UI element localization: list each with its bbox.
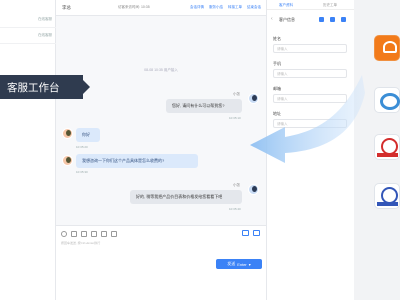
customer-name: 李总 <box>62 5 71 10</box>
customer-avatar <box>62 128 73 139</box>
agent-message: 您好, 请问有什么可以帮到您? <box>166 99 242 113</box>
message-time: 10:35:10 <box>229 116 241 120</box>
image-icon[interactable] <box>71 231 77 237</box>
user-icon[interactable] <box>341 17 346 22</box>
composer-toolbar <box>61 231 117 237</box>
field-label-email: 邮箱 <box>273 86 281 91</box>
session-row[interactable]: 在线客服 <box>0 14 56 28</box>
session-list: 在线客服 在线客服 <box>0 0 56 300</box>
message-time: 10:35:20 <box>76 145 88 149</box>
address-field[interactable]: 请输入 <box>273 119 347 128</box>
quick-reply-icon[interactable] <box>101 231 107 237</box>
send-button[interactable]: 发送 Enter ▾ <box>216 259 262 269</box>
customer-message: 我想咨询一下你们这个产品具体是怎么收费的? <box>76 154 198 168</box>
tab-customer-info[interactable]: 客户资料 <box>279 3 293 8</box>
blue-red-app-icon[interactable] <box>374 183 400 209</box>
link-summary[interactable]: 服务小结 <box>209 5 223 10</box>
panel-header: ‹ 客户信息 <box>267 14 355 24</box>
tab-history-tickets[interactable]: 历史工单 <box>323 3 337 8</box>
panel-title: 客户信息 <box>279 17 295 22</box>
tag-icon[interactable] <box>330 17 335 22</box>
emoji-icon[interactable] <box>61 231 67 237</box>
video-call-icon[interactable] <box>242 230 249 236</box>
orange-app-icon[interactable] <box>374 35 400 61</box>
red-app-icon[interactable] <box>374 134 400 160</box>
customer-avatar <box>62 155 73 166</box>
qq-app-icon[interactable] <box>374 87 400 113</box>
phone-field[interactable]: 请输入 <box>273 69 347 78</box>
chevron-left-icon[interactable]: ‹ <box>271 16 273 22</box>
overlay-label: 客服工作台 <box>0 75 90 99</box>
link-end[interactable]: 结束会话 <box>247 5 261 10</box>
icon-strip <box>377 153 398 157</box>
customer-panel: 客户资料 历史工单 ‹ 客户信息 姓名 请输入 手机 请输入 邮箱 请输入 地址… <box>266 0 355 300</box>
message-time: 10:35:40 <box>229 207 241 211</box>
message-composer: 按回车发送, 按Ctrl+Enter换行 发送 Enter ▾ <box>56 225 266 300</box>
screenshot-icon[interactable] <box>91 231 97 237</box>
field-label-address: 地址 <box>273 111 281 116</box>
chat-area: 李总 访客来访时间: 10:35 会话详情 服务小结 转接工单 结束会话 08-… <box>56 0 266 300</box>
session-row[interactable]: 在线客服 <box>0 30 56 44</box>
field-label-name: 姓名 <box>273 36 281 41</box>
history-icon[interactable] <box>111 231 117 237</box>
agent-message: 好的, 稍等我把产品价目表和价格发给您看看下吧 <box>130 190 242 204</box>
panel-tabs: 客户资料 历史工单 <box>267 0 355 10</box>
header-links: 会话详情 服务小结 转接工单 结束会话 <box>190 5 261 10</box>
customer-message: 你好 <box>76 128 100 142</box>
chat-header: 李总 访客来访时间: 10:35 会话详情 服务小结 转接工单 结束会话 <box>56 0 266 16</box>
send-label: 发送 <box>227 261 236 266</box>
session-tag: 在线客服 <box>38 33 52 37</box>
name-field[interactable]: 请输入 <box>273 44 347 53</box>
agent-name: 小张 <box>233 183 240 187</box>
icon-strip <box>377 202 398 206</box>
phone-call-icon[interactable] <box>253 230 260 236</box>
app-icons-strip <box>354 0 400 300</box>
agent-name: 小张 <box>233 92 240 96</box>
link-session-detail[interactable]: 会话详情 <box>190 5 204 10</box>
agent-avatar <box>248 184 259 195</box>
visit-time: 访客来访时间: 10:35 <box>118 5 150 9</box>
email-field[interactable]: 请输入 <box>273 94 347 103</box>
field-label-phone: 手机 <box>273 61 281 66</box>
agent-avatar <box>248 93 259 104</box>
edit-icon[interactable] <box>319 17 324 22</box>
file-icon[interactable] <box>81 231 87 237</box>
chevron-down-icon[interactable]: ▾ <box>249 262 251 267</box>
session-tag: 在线客服 <box>38 17 52 21</box>
link-ticket[interactable]: 转接工单 <box>228 5 242 10</box>
message-time: 10:35:30 <box>76 170 88 174</box>
composer-hint[interactable]: 按回车发送, 按Ctrl+Enter换行 <box>61 241 100 245</box>
system-message: 08-08 10:35 用户接入 <box>144 68 178 72</box>
send-shortcut: Enter <box>237 261 247 267</box>
